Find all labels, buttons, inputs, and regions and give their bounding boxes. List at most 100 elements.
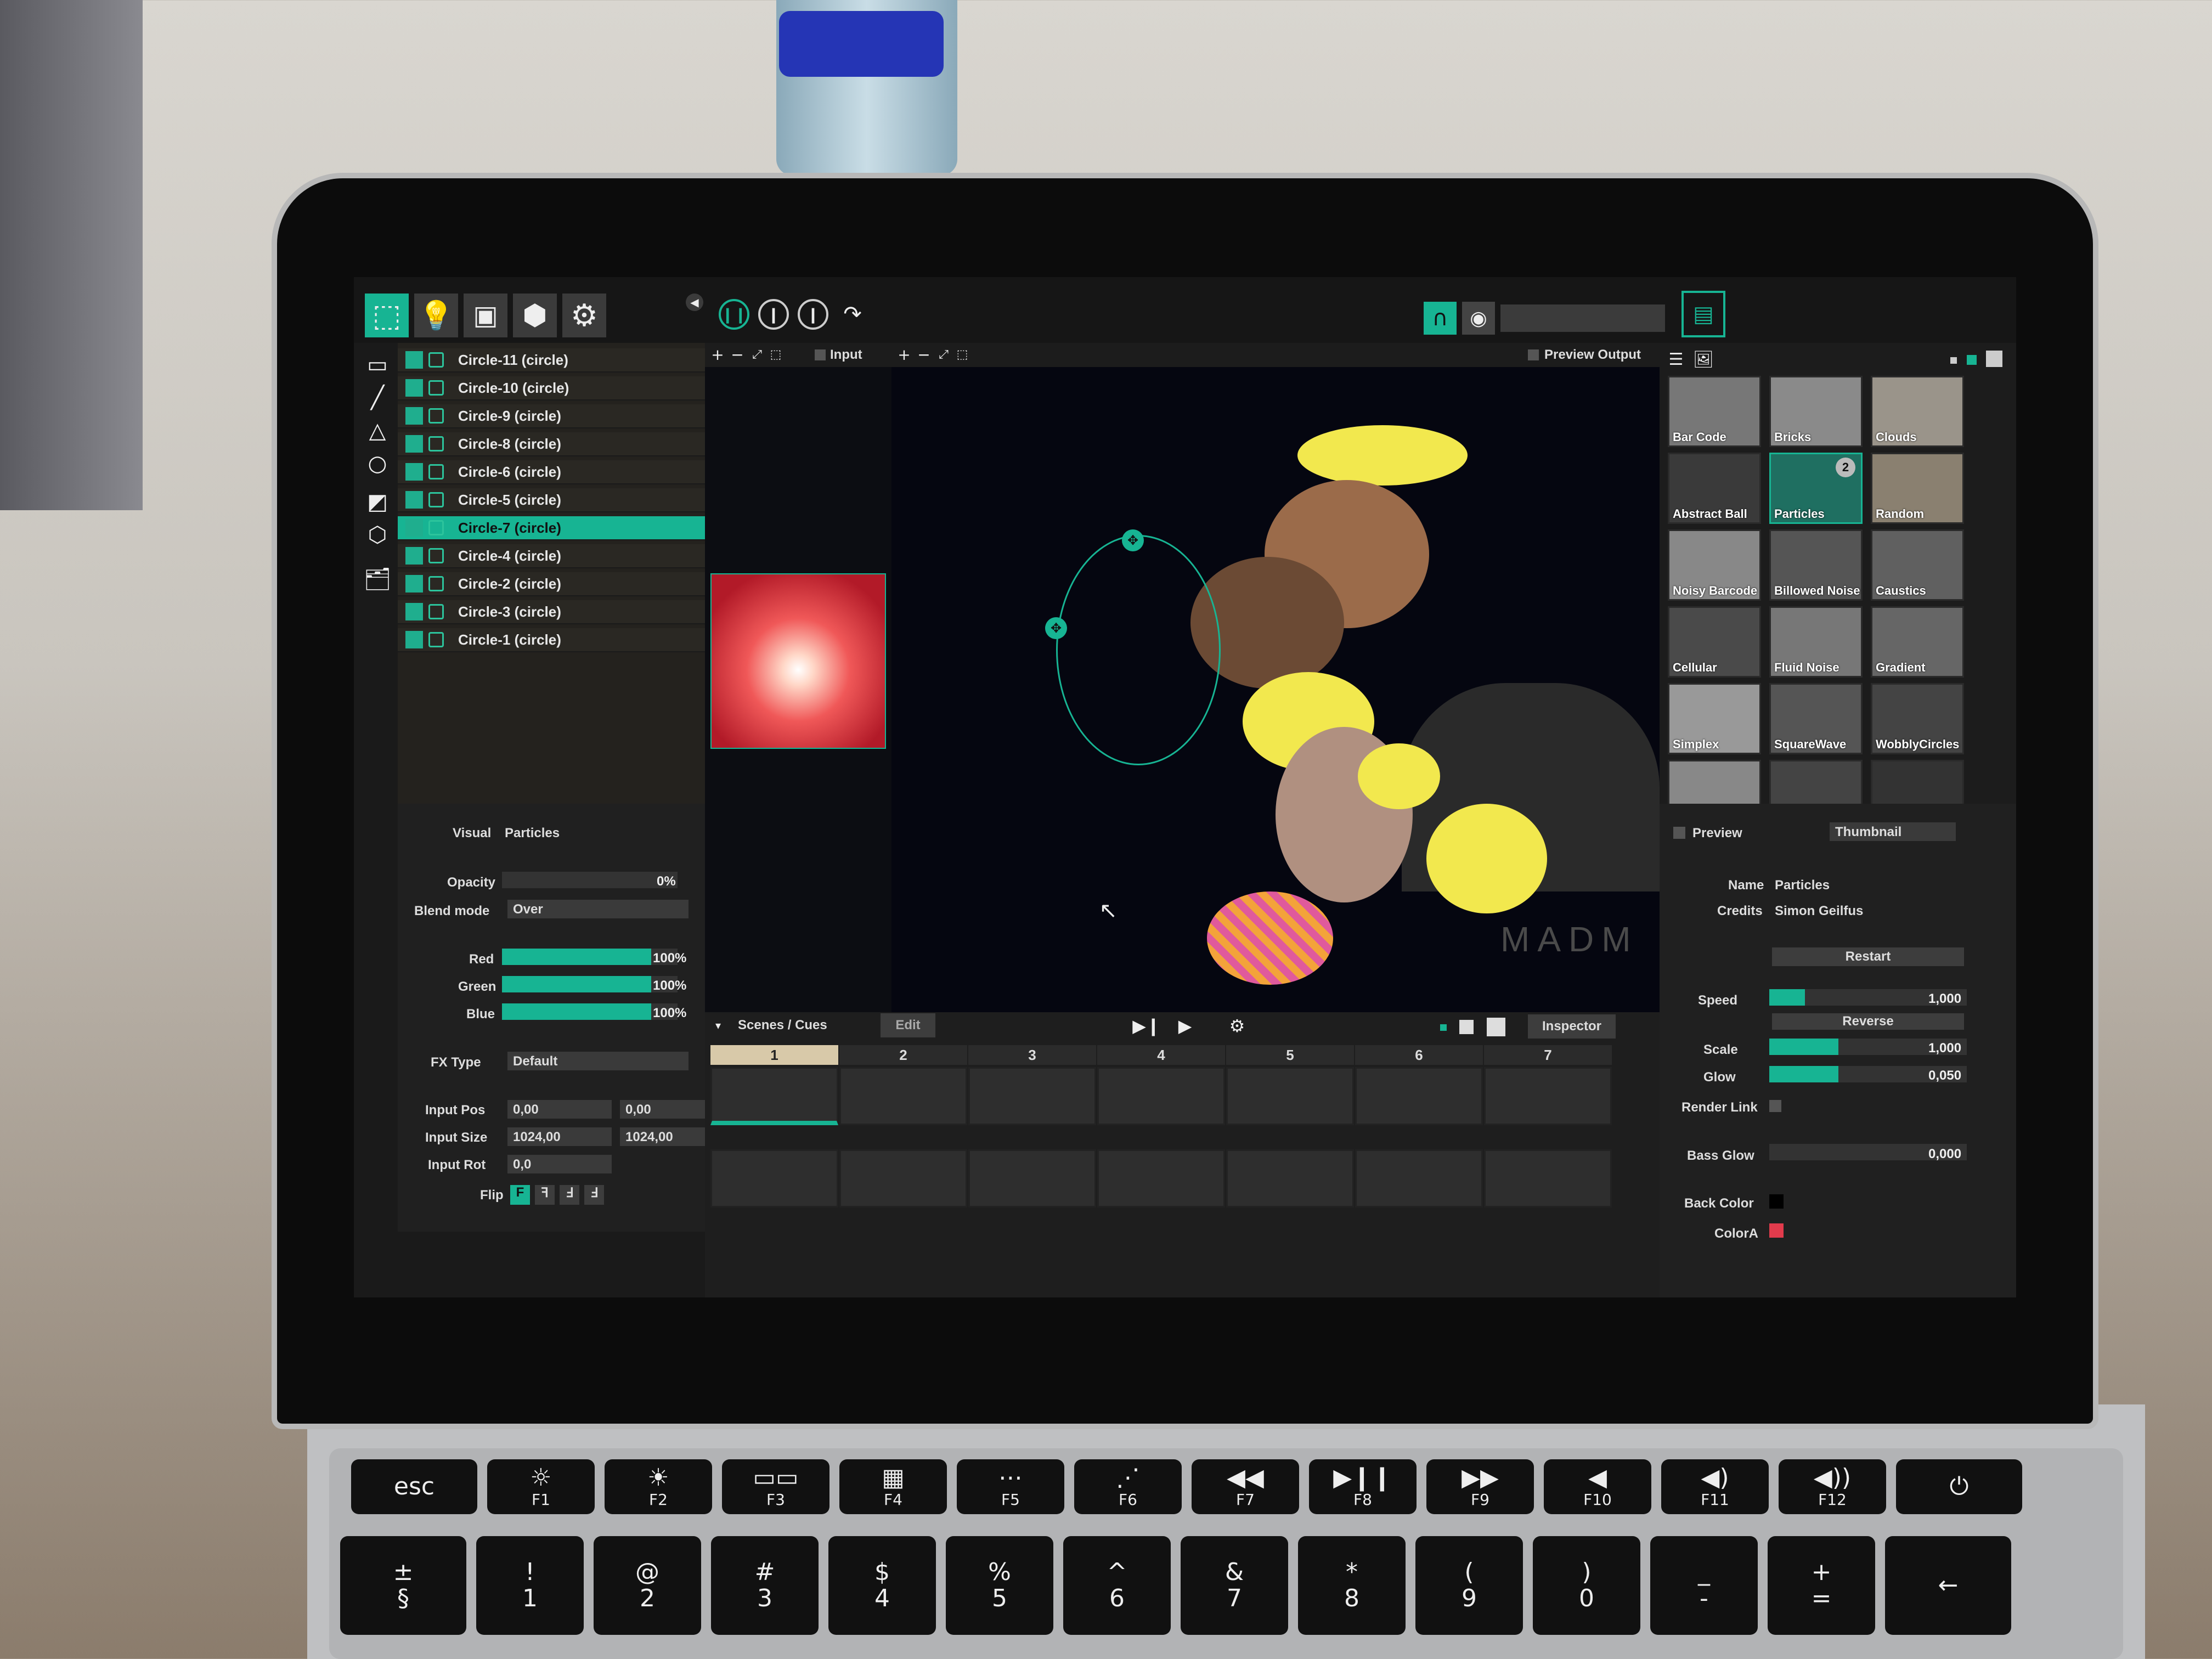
layer-row[interactable]: Circle-7 (circle) [398,516,705,540]
layer-row[interactable]: Circle-8 (circle) [398,432,705,456]
layer-row[interactable]: Circle-3 (circle) [398,600,705,624]
keyboard-key[interactable]: & 7 [1181,1536,1288,1635]
restart-button[interactable]: Restart [1772,947,1964,966]
cue-column-header[interactable]: 6 [1355,1045,1483,1065]
render-link-checkbox[interactable] [1769,1100,1781,1112]
document-icon[interactable]: ▤ [1681,291,1725,337]
blue-slider[interactable] [502,1003,678,1020]
keyboard-key[interactable]: esc [351,1459,477,1514]
flip-button[interactable]: Ⅎ [560,1185,579,1205]
layer-row[interactable]: Circle-5 (circle) [398,488,705,512]
keyboard-key[interactable]: * 8 [1298,1536,1406,1635]
visibility-checkbox[interactable] [405,603,423,620]
layer-row[interactable]: Circle-4 (circle) [398,544,705,568]
size-medium-icon[interactable] [1967,355,1977,365]
size-small-icon[interactable] [1950,357,1957,364]
keyboard-key[interactable]: ◀)) F12 [1779,1459,1886,1514]
library-thumbnail[interactable]: Clouds [1871,376,1964,447]
keyboard-key[interactable]: % 5 [946,1536,1053,1635]
keyboard-key[interactable]: ▶▶ F9 [1426,1459,1534,1514]
cue-cell[interactable] [710,1149,838,1207]
keyboard-key[interactable]: + = [1768,1536,1875,1635]
output-select[interactable] [1500,304,1665,332]
circle-shape[interactable] [1426,804,1547,913]
cue-column-header[interactable]: 1 [710,1045,838,1065]
image-view-icon[interactable]: 🖼 [1692,348,1714,370]
size-large-icon[interactable] [1986,351,2002,367]
visual-value[interactable]: Particles [505,826,560,841]
frame-icon[interactable]: ⬚ [954,346,970,363]
cube-tool-icon[interactable]: ⬡ [364,521,391,549]
visibility-checkbox[interactable] [405,463,423,481]
rectangle-tool-icon[interactable]: ▭ [364,351,391,379]
circle-shape[interactable] [1358,743,1440,809]
library-thumbnail[interactable]: Random [1871,453,1964,524]
keyboard-key[interactable]: ^ 6 [1063,1536,1171,1635]
keyboard-key[interactable]: ◀◀ F7 [1192,1459,1299,1514]
cue-column-header[interactable]: 3 [968,1045,1096,1065]
circle-tool-icon[interactable]: ○ [364,450,391,477]
back-color-swatch[interactable] [1769,1194,1784,1209]
red-slider[interactable] [502,949,678,965]
lock-icon[interactable] [428,520,444,535]
keyboard-key[interactable]: ⋰ F6 [1074,1459,1182,1514]
inspector-button[interactable]: Inspector [1528,1014,1616,1039]
folder-tool-icon[interactable]: 🗂 [364,565,392,592]
lock-icon[interactable] [428,632,444,647]
output-icon[interactable]: ∩ [1424,302,1457,335]
green-slider[interactable] [502,976,678,992]
preview-output-checkbox[interactable] [1528,349,1539,360]
library-thumbnail[interactable]: WobblyCircles [1871,683,1964,754]
frame-icon[interactable]: ⬚ [768,346,784,363]
lightbulb-icon[interactable]: 💡 [414,294,458,337]
color-a-swatch[interactable] [1769,1223,1784,1238]
keyboard-key[interactable]: ± § [340,1536,466,1635]
visibility-checkbox[interactable] [405,631,423,648]
redo-icon[interactable]: ↷ [837,299,868,330]
zoom-out-icon[interactable]: − [916,346,932,364]
keyboard-key[interactable]: $4 [828,1536,936,1635]
layer-row[interactable]: Circle-10 (circle) [398,376,705,400]
lock-icon[interactable] [428,408,444,424]
keyboard-key[interactable]: ) 0 [1533,1536,1640,1635]
zoom-out-icon[interactable]: − [729,346,746,364]
visibility-checkbox[interactable] [405,547,423,565]
cue-cell[interactable] [1355,1149,1483,1207]
record-icon[interactable] [1487,1018,1505,1036]
flip-button[interactable]: F [510,1185,530,1205]
library-thumbnail[interactable]: Abstract Ball [1668,453,1761,524]
layer-row[interactable]: Circle-11 (circle) [398,348,705,373]
triangle-tool-icon[interactable]: △ [364,417,391,444]
keyboard-key[interactable]: ◀) F11 [1661,1459,1769,1514]
flip-button[interactable]: ꟻ [535,1185,555,1205]
library-thumbnail[interactable]: Gradient [1871,606,1964,678]
cue-column-header[interactable]: 7 [1484,1045,1612,1065]
cue-cell[interactable] [968,1067,1096,1125]
circle-shape[interactable] [1207,891,1333,985]
circle-shape[interactable] [1297,425,1468,486]
keyboard-key[interactable]: #3 [711,1536,819,1635]
lock-icon[interactable] [428,464,444,479]
library-thumbnail[interactable]: Bricks [1769,376,1863,447]
visibility-checkbox[interactable] [405,407,423,425]
gear-icon[interactable]: ⚙ [562,294,606,337]
library-thumbnail[interactable]: Bar Code [1668,376,1761,447]
cue-cell[interactable] [1097,1149,1225,1207]
lock-icon[interactable] [428,436,444,452]
keyboard-key[interactable]: (9 [1415,1536,1523,1635]
keyboard-key[interactable]: ☀ F2 [605,1459,712,1514]
pause-icon[interactable]: ❙❙ [719,299,749,330]
visibility-checkbox[interactable] [405,379,423,397]
layer-row[interactable]: Circle-6 (circle) [398,460,705,484]
move-handle-icon[interactable]: ✥ [1045,617,1067,639]
cue-cell[interactable] [1484,1067,1612,1125]
library-thumbnail[interactable]: Billowed Noise [1769,529,1863,601]
keyboard-key[interactable]: ⋯ F5 [957,1459,1064,1514]
cue-cell[interactable] [1226,1067,1354,1125]
play-icon[interactable]: ▶ [1174,1015,1196,1037]
keyboard-key[interactable]: ! 1 [476,1536,584,1635]
cue-cell[interactable] [839,1067,967,1125]
visibility-checkbox[interactable] [405,435,423,453]
lock-icon[interactable] [428,576,444,591]
lock-icon[interactable] [428,604,444,619]
